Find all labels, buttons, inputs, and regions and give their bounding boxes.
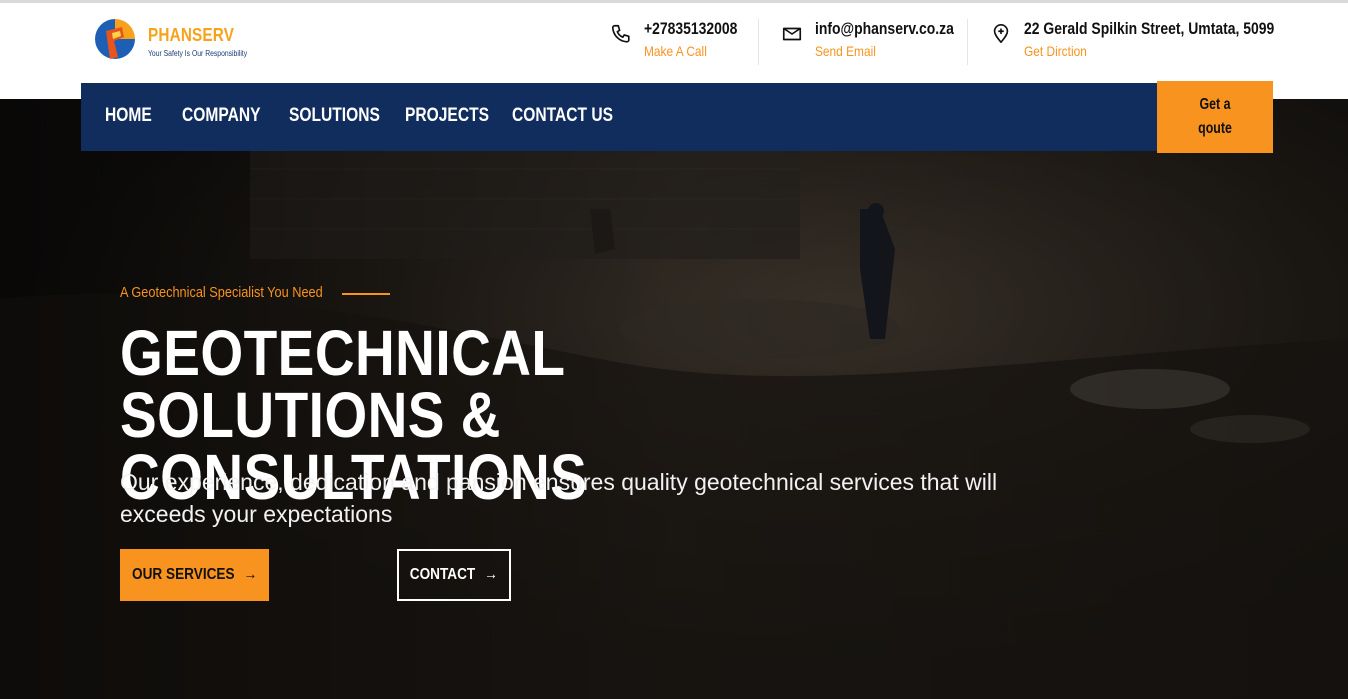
brand-tagline: Your Safety Is Our Responsibility [148,49,248,58]
brand-name: PHANSERV [148,25,235,45]
contact-address[interactable]: 22 Gerald Spilkin Street, Umtata, 5099 G… [990,19,1280,65]
contact-email[interactable]: info@phanserv.co.za Send Email [781,19,961,65]
nav-projects[interactable]: PROJECTS [405,105,489,127]
get-direction-link[interactable]: Get Dirction [1024,43,1087,59]
contact-phone[interactable]: +27835132008 Make A Call [610,19,760,65]
get-quote-button[interactable]: Get a qoute [1157,81,1273,153]
nav-company[interactable]: COMPANY [182,105,260,127]
quote-label-line1: Get a [1199,96,1231,113]
hero-description: Our experience, dedication and pansion e… [120,469,998,527]
contact-button[interactable]: CONTACT → [397,549,511,601]
street-address[interactable]: 22 Gerald Spilkin Street, Umtata, 5099 [1024,19,1274,39]
tagline-decorative-line [342,293,390,295]
hero-tagline: A Geotechnical Specialist You Need [120,284,323,301]
headline-line-1: GEOTECHNICAL SOLUTIONS & [120,317,565,451]
email-address[interactable]: info@phanserv.co.za [815,19,954,39]
nav-solutions[interactable]: SOLUTIONS [289,105,380,127]
services-button-label: OUR SERVICES [131,566,235,583]
divider [758,19,759,65]
arrow-right-icon: → [484,566,498,583]
phone-number[interactable]: +27835132008 [644,19,737,39]
location-pin-icon [993,24,1009,44]
nav-home[interactable]: HOME [105,105,152,127]
main-navigation: HOME COMPANY SOLUTIONS PROJECTS CONTACT … [81,83,1273,151]
contact-button-label: CONTACT [410,566,476,583]
send-email-link[interactable]: Send Email [815,43,876,59]
phone-icon [611,24,630,43]
brand-logo[interactable]: PHANSERV Your Safety Is Our Responsibili… [92,15,292,67]
phanserv-logo-icon [95,19,135,59]
divider [967,19,968,65]
nav-contact-us[interactable]: CONTACT US [512,105,613,127]
make-call-link[interactable]: Make A Call [644,43,707,59]
quote-label-line2: qoute [1198,120,1232,137]
arrow-right-icon: → [243,566,258,583]
our-services-button[interactable]: OUR SERVICES → [120,549,269,601]
envelope-icon [782,27,802,41]
